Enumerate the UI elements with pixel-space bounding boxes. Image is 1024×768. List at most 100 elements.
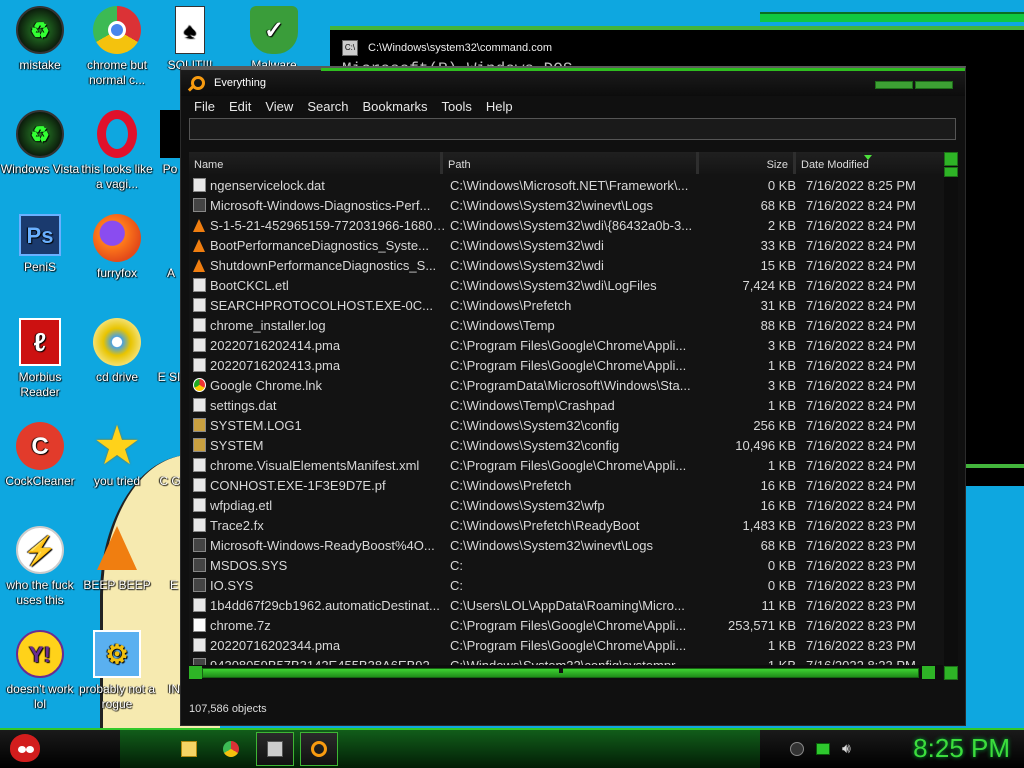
desktop-icon-photoshop[interactable]: Ps PeniS (0, 214, 80, 275)
cell-date: 7/16/2022 8:24 PM (806, 377, 916, 393)
table-row[interactable]: wfpdiag.etl C:\Windows\System32\wfp 16 KB 7… (189, 495, 942, 515)
table-row[interactable]: BootCKCL.etl C:\Windows\System32\wdi\LogF… (189, 275, 942, 295)
desktop-icon-cockcleaner[interactable]: C CockCleaner (0, 422, 80, 489)
cell-name: 20220716202413.pma (189, 358, 446, 373)
file-name: SYSTEM.LOG1 (210, 417, 302, 433)
table-row[interactable]: S-1-5-21-452965159-772031966-16807... C:\… (189, 215, 942, 235)
search-input[interactable] (189, 118, 956, 140)
table-row[interactable]: Google Chrome.lnk C:\ProgramData\Microsof… (189, 375, 942, 395)
menu-file[interactable]: File (194, 99, 215, 114)
desktop-icon-chrome[interactable]: chrome but normal c... (77, 6, 157, 88)
table-row[interactable]: 20220716202413.pma C:\Program Files\Googl… (189, 355, 942, 375)
horizontal-scrollbar[interactable] (189, 665, 943, 680)
file-icon (193, 438, 206, 452)
shield-icon: ✓ (250, 6, 298, 54)
column-path[interactable]: Path (443, 152, 699, 174)
table-row[interactable]: BootPerformanceDiagnostics_Syste... C:\Wi… (189, 235, 942, 255)
vertical-scrollbar[interactable] (944, 152, 958, 680)
minimize-button[interactable] (875, 81, 913, 89)
scroll-up-button[interactable] (944, 152, 958, 166)
star-icon: ★ (95, 419, 139, 473)
menu-tools[interactable]: Tools (442, 99, 472, 114)
desktop-icon-windows-vista[interactable]: ♻ Windows Vista (0, 110, 80, 177)
cell-name: BootCKCL.etl (189, 278, 446, 293)
column-date-modified[interactable]: Date Modified (796, 152, 944, 174)
menu-help[interactable]: Help (486, 99, 513, 114)
network-icon[interactable] (816, 742, 830, 755)
everything-titlebar[interactable]: Everything (181, 68, 965, 96)
desktop-icon-who-uses-this[interactable]: ⚡ who the fuck uses this (0, 526, 80, 608)
desktop-icon-malware[interactable]: ✓ Malware (234, 6, 314, 73)
desktop-icon-cd-drive[interactable]: cd drive (77, 318, 157, 385)
cell-name: SYSTEM.LOG1 (189, 418, 446, 433)
chrome-icon (223, 741, 239, 757)
desktop-icon-solitaire[interactable]: ♠ SOLIT!!! (150, 6, 230, 73)
desktop-icon-rogue[interactable]: ⚙ probably not a rogue (77, 630, 157, 712)
taskbar-chrome[interactable] (212, 732, 250, 766)
cell-size: 2 KB (767, 217, 796, 233)
table-row[interactable]: chrome_installer.log C:\Windows\Temp 88 KB… (189, 315, 942, 335)
cell-name: ShutdownPerformanceDiagnostics_S... (189, 258, 446, 273)
table-row[interactable]: MSDOS.SYS C: 0 KB 7/16/2022 8:23 PM (189, 555, 942, 575)
table-row[interactable]: 1b4dd67f29cb1962.automaticDestinat... C:\… (189, 595, 942, 615)
everything-window[interactable]: Everything File Edit View Search Bookmar… (180, 66, 966, 726)
table-row[interactable]: SYSTEM.LOG1 C:\Windows\System32\config 256… (189, 415, 942, 435)
desktop-icon-you-tried[interactable]: ★ you tried (77, 422, 157, 489)
table-row[interactable]: Microsoft-Windows-Diagnostics-Perf... C:\… (189, 195, 942, 215)
scroll-right-button[interactable] (922, 666, 935, 679)
recycle-bin-icon: ♻ (16, 110, 64, 158)
table-row[interactable]: 20220716202344.pma C:\Program Files\Googl… (189, 635, 942, 655)
cd-icon (93, 318, 141, 366)
menu-bookmarks[interactable]: Bookmarks (363, 99, 428, 114)
table-row[interactable]: ngenservicelock.dat C:\Windows\Microsoft.… (189, 175, 942, 195)
desktop-icon-firefox[interactable]: furryfox (77, 214, 157, 281)
desktop-icon-beep-beep[interactable]: BEEP BEEP (77, 526, 157, 593)
taskbar-cmd[interactable] (256, 732, 294, 766)
scroll-down-button[interactable] (944, 666, 958, 680)
desktop-icon-mistake[interactable]: ♻ mistake (0, 6, 80, 73)
start-button[interactable] (6, 730, 46, 768)
taskbar-everything[interactable] (300, 732, 338, 766)
desktop-icon-morbius-reader[interactable]: ℓ Morbius Reader (0, 318, 80, 400)
taskbar-explorer[interactable] (170, 732, 208, 766)
file-name: chrome.7z (210, 617, 271, 633)
cell-name: chrome.7z (189, 618, 446, 633)
file-icon (193, 338, 206, 352)
column-name[interactable]: Name (189, 152, 443, 174)
cell-size: 0 KB (767, 177, 796, 193)
clock[interactable]: 8:25 PM (913, 733, 1010, 764)
table-row[interactable]: SYSTEM C:\Windows\System32\config 10,496 K… (189, 435, 942, 455)
table-row[interactable]: settings.dat C:\Windows\Temp\Crashpad 1 KB… (189, 395, 942, 415)
menu-edit[interactable]: Edit (229, 99, 251, 114)
table-row[interactable]: CONHOST.EXE-1F3E9D7E.pf C:\Windows\Prefet… (189, 475, 942, 495)
table-row[interactable]: 20220716202414.pma C:\Program Files\Googl… (189, 335, 942, 355)
cell-size: 10,496 KB (735, 437, 796, 453)
tray-arrow-icon[interactable] (790, 741, 804, 756)
table-row[interactable]: chrome.7z C:\Program Files\Google\Chrome\… (189, 615, 942, 635)
desktop-icon-opera[interactable]: this looks like a vagi... (77, 110, 157, 192)
volume-icon[interactable]: 🔊︎ (842, 740, 851, 757)
cell-size: 0 KB (767, 577, 796, 593)
table-row[interactable]: chrome.VisualElementsManifest.xml C:\Prog… (189, 455, 942, 475)
table-row[interactable]: ShutdownPerformanceDiagnostics_S... C:\Wi… (189, 255, 942, 275)
cell-name: chrome_installer.log (189, 318, 446, 333)
table-row[interactable]: SEARCHPROTOCOLHOST.EXE-0C... C:\Windows\P… (189, 295, 942, 315)
column-size[interactable]: Size (699, 152, 796, 174)
maximize-button[interactable] (915, 81, 953, 89)
status-bar: 107,586 objects (189, 703, 267, 715)
scroll-thumb[interactable] (944, 167, 958, 177)
file-name: 20220716202413.pma (210, 357, 341, 373)
desktop-icon-yahoo[interactable]: Y! doesn't work lol (0, 630, 80, 712)
scroll-left-button[interactable] (189, 666, 202, 679)
file-name: 1b4dd67f29cb1962.automaticDestinat... (210, 597, 440, 613)
table-row[interactable]: IO.SYS C: 0 KB 7/16/2022 8:23 PM (189, 575, 942, 595)
menu-view[interactable]: View (265, 99, 293, 114)
cmd-icon: C:\ (342, 40, 358, 56)
cards-icon: ♠ (175, 6, 205, 54)
table-row[interactable]: Trace2.fx C:\Windows\Prefetch\ReadyBoot 1,… (189, 515, 942, 535)
file-icon (193, 258, 205, 272)
file-icon (193, 178, 206, 192)
table-row[interactable]: Microsoft-Windows-ReadyBoost%4O... C:\Win… (189, 535, 942, 555)
app-icon (161, 214, 181, 262)
menu-search[interactable]: Search (307, 99, 348, 114)
